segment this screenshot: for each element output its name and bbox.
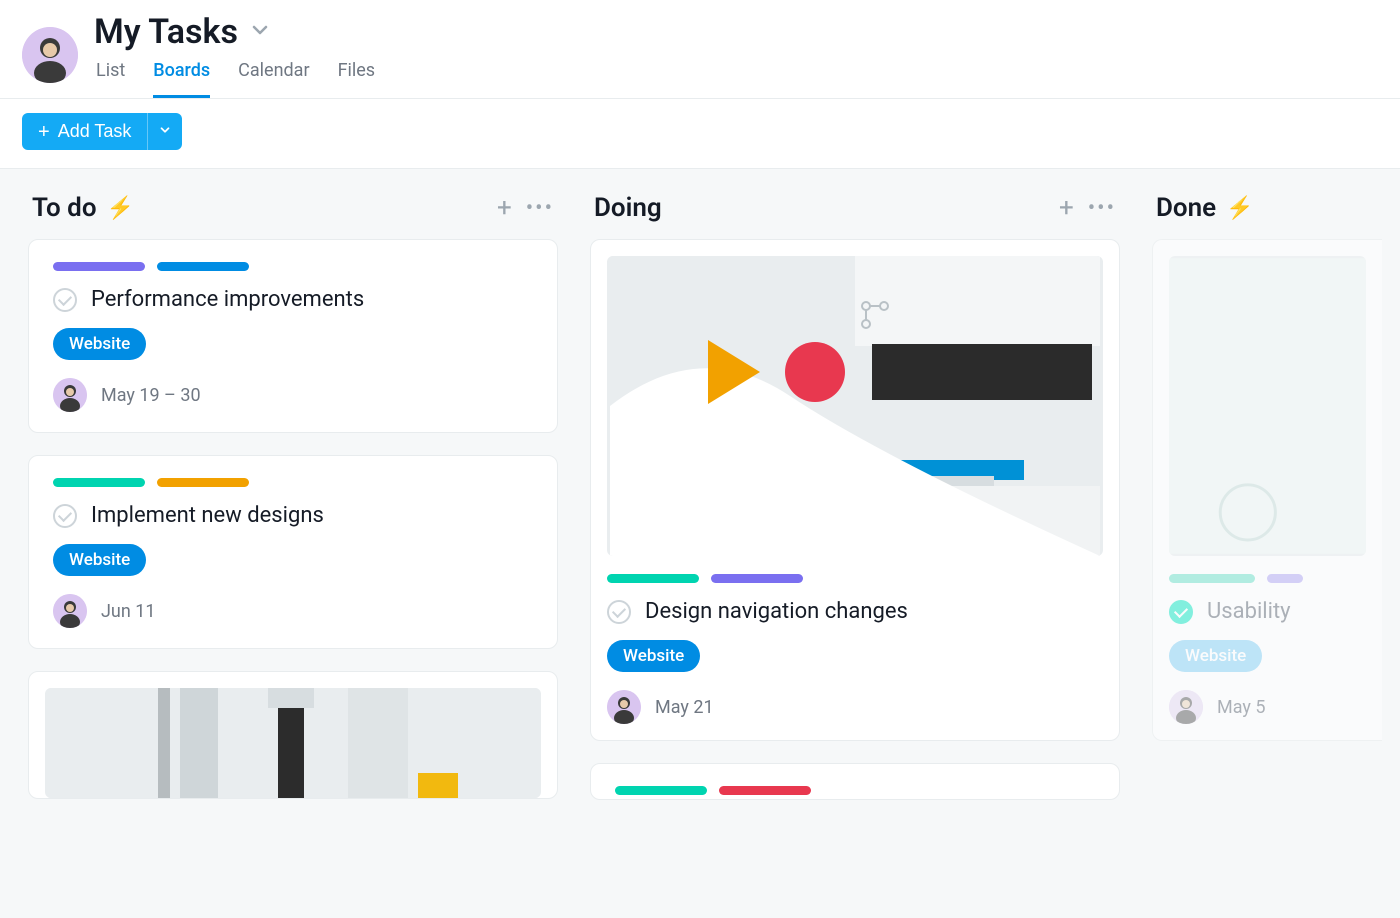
task-card[interactable]: Implement new designs Website Jun 11 <box>28 455 558 649</box>
assignee-avatar[interactable] <box>53 594 87 628</box>
due-date[interactable]: May 19 – 30 <box>101 385 201 406</box>
task-cover-image <box>1169 256 1366 556</box>
column-more-icon[interactable]: ••• <box>1088 196 1116 221</box>
column-title[interactable]: Doing <box>594 193 662 223</box>
complete-check-icon[interactable] <box>53 288 77 312</box>
task-tag[interactable]: Website <box>607 640 700 672</box>
task-card[interactable] <box>590 763 1120 800</box>
task-title: Design navigation changes <box>645 599 908 624</box>
board: To do ⚡ + ••• Performance i <box>0 169 1400 918</box>
due-date[interactable]: May 5 <box>1217 697 1265 718</box>
task-tag[interactable]: Website <box>1169 640 1262 672</box>
column-title[interactable]: Done <box>1156 193 1216 223</box>
tab-calendar[interactable]: Calendar <box>238 54 309 98</box>
task-tag[interactable]: Website <box>53 544 146 576</box>
add-task-dropdown-button[interactable] <box>147 113 182 150</box>
project-pill <box>607 574 699 583</box>
column-add-icon[interactable]: + <box>1059 193 1074 223</box>
view-tabs: List Boards Calendar Files <box>94 54 375 98</box>
add-task-label: Add Task <box>58 121 132 142</box>
assignee-avatar[interactable] <box>1169 690 1203 724</box>
project-pill <box>615 786 707 795</box>
bolt-icon: ⚡ <box>107 196 134 221</box>
project-pill <box>157 478 249 487</box>
task-cover-image <box>607 256 1103 556</box>
column-add-icon[interactable]: + <box>497 193 512 223</box>
complete-check-icon[interactable] <box>53 504 77 528</box>
tab-files[interactable]: Files <box>338 54 376 98</box>
column-done: Done ⚡ <box>1152 189 1382 918</box>
task-tag[interactable]: Website <box>53 328 146 360</box>
chevron-down-icon[interactable] <box>248 18 272 46</box>
assignee-avatar[interactable] <box>53 378 87 412</box>
task-card[interactable] <box>28 671 558 799</box>
complete-check-icon[interactable] <box>1169 600 1193 624</box>
project-pill <box>719 786 811 795</box>
project-pill <box>53 478 145 487</box>
add-task-button[interactable]: + Add Task <box>22 113 147 150</box>
project-pill <box>1267 574 1303 583</box>
project-pill <box>157 262 249 271</box>
column-title[interactable]: To do <box>32 193 97 223</box>
tab-list[interactable]: List <box>96 54 125 98</box>
due-date[interactable]: Jun 11 <box>101 601 156 622</box>
tab-boards[interactable]: Boards <box>153 54 210 98</box>
column-doing: Doing + ••• <box>590 189 1120 918</box>
plus-icon: + <box>38 122 50 142</box>
due-date[interactable]: May 21 <box>655 697 714 718</box>
column-more-icon[interactable]: ••• <box>526 196 554 221</box>
bolt-icon: ⚡ <box>1226 196 1253 221</box>
page-title: My Tasks <box>94 12 238 52</box>
assignee-avatar[interactable] <box>607 690 641 724</box>
task-card[interactable]: Usability Website May 5 <box>1152 239 1382 741</box>
complete-check-icon[interactable] <box>607 600 631 624</box>
column-todo: To do ⚡ + ••• Performance i <box>28 189 558 918</box>
user-avatar[interactable] <box>22 27 78 83</box>
project-pill <box>1169 574 1255 583</box>
project-pill <box>53 262 145 271</box>
task-card[interactable]: Design navigation changes Website May 21 <box>590 239 1120 741</box>
project-pill <box>711 574 803 583</box>
task-card[interactable]: Performance improvements Website May 19 … <box>28 239 558 433</box>
task-title: Usability <box>1207 599 1291 624</box>
task-title: Implement new designs <box>91 503 324 528</box>
task-cover-image <box>45 688 541 798</box>
task-title: Performance improvements <box>91 287 364 312</box>
